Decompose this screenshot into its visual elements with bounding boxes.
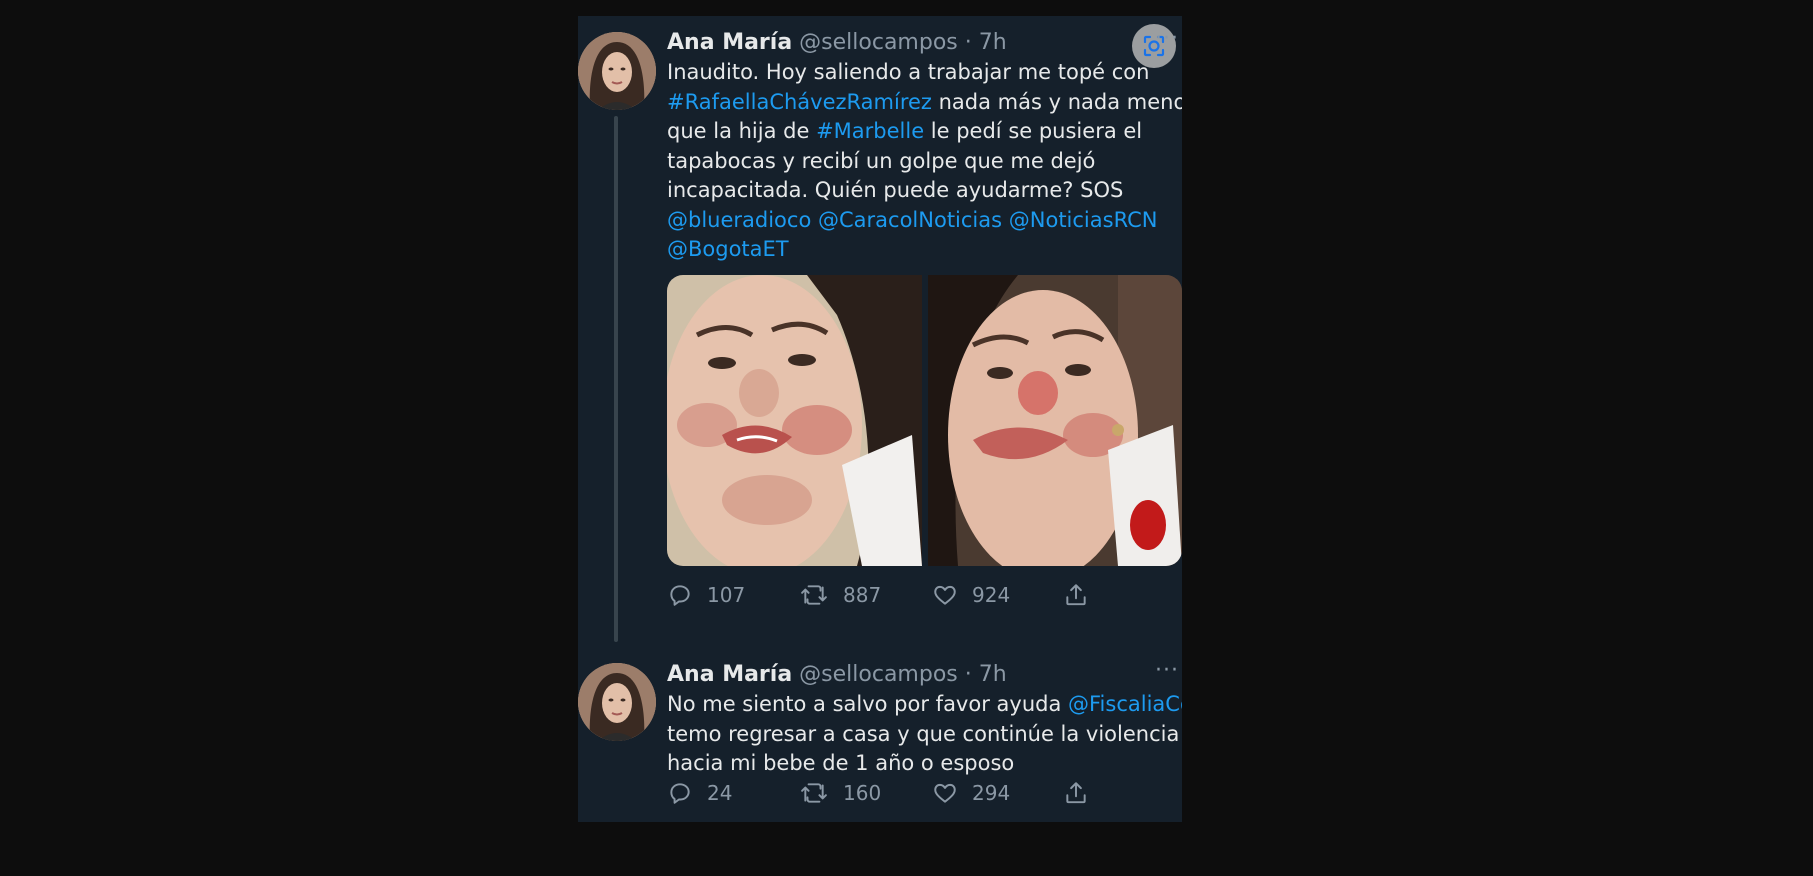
mention-link[interactable]: @FiscaliaCol — [1068, 692, 1182, 716]
text-segment — [1002, 208, 1009, 232]
author-handle[interactable]: @sellocampos — [799, 30, 958, 55]
hashtag-link[interactable]: #RafaellaChávezRamírez — [667, 90, 932, 114]
photo-2[interactable] — [927, 275, 1183, 566]
tweet-text: Inaudito. Hoy saliendo a trabajar me top… — [667, 58, 1182, 265]
tweet-2[interactable]: Ana María @sellocampos · 7h ··· No me si… — [578, 634, 1182, 822]
tweet-text-line: #RafaellaChávezRamírez nada más y nada m… — [667, 88, 1182, 118]
heart-icon — [934, 783, 956, 803]
author-handle[interactable]: @sellocampos — [799, 662, 958, 687]
reply-count: 24 — [707, 781, 733, 805]
tweet-actions: 107 887 924 — [667, 580, 1167, 610]
retweet-button[interactable]: 160 — [799, 778, 881, 808]
mention-link[interactable]: @blueradioco — [667, 208, 811, 232]
tweet-text-line: incapacitada. Quién puede ayudarme? SOS — [667, 176, 1175, 206]
separator-dot: · — [964, 30, 972, 55]
mention-link[interactable]: @BogotaET — [667, 237, 789, 261]
retweet-icon — [801, 585, 827, 605]
hashtag-link[interactable]: #Marbelle — [816, 119, 924, 143]
tweet-time[interactable]: 7h — [979, 30, 1007, 55]
photo-1[interactable] — [667, 275, 922, 566]
tweet-thread: Ana María @sellocampos · 7h ··· Inaudito… — [578, 16, 1182, 822]
separator-dot: · — [964, 662, 972, 687]
tweet-text-line: No me siento a salvo por favor ayuda @Fi… — [667, 690, 1182, 720]
retweet-count: 160 — [843, 781, 882, 805]
thread-connector-line — [614, 116, 618, 642]
text-segment — [811, 208, 818, 232]
share-button[interactable] — [1063, 778, 1089, 808]
tweet-media[interactable] — [667, 275, 1182, 566]
share-icon — [1066, 584, 1086, 606]
reply-bubble-icon — [670, 585, 690, 606]
text-segment: nada más y nada menos — [931, 89, 1182, 114]
author-name[interactable]: Ana María — [667, 30, 792, 55]
share-button[interactable] — [1063, 580, 1089, 610]
tweet-text-line: hacia mi bebe de 1 año o esposo — [667, 749, 1175, 779]
text-segment: le pedí se pusiera el — [924, 119, 1143, 143]
like-count: 294 — [972, 781, 1011, 805]
reply-button[interactable]: 107 — [667, 580, 745, 610]
tweet-time[interactable]: 7h — [979, 662, 1007, 687]
tweet-text-line: Inaudito. Hoy saliendo a trabajar me top… — [667, 58, 1175, 88]
retweet-icon — [801, 783, 827, 803]
tweet-text-line: que la hija de #Marbelle le pedí se pusi… — [667, 117, 1175, 147]
tweet-header: Ana María @sellocampos · 7h — [667, 28, 1007, 58]
mention-link[interactable]: @NoticiasRCN — [1009, 208, 1158, 232]
text-segment: tapabocas y recibí un golpe que me dejó — [667, 148, 1096, 173]
like-count: 924 — [972, 583, 1011, 607]
author-name[interactable]: Ana María — [667, 662, 792, 687]
avatar[interactable] — [578, 32, 656, 110]
heart-icon — [934, 585, 956, 605]
more-horizontal-icon[interactable]: ··· — [1154, 660, 1180, 690]
tweet-actions: 24 160 294 — [667, 778, 1167, 808]
tweet-text-line: tapabocas y recibí un golpe que me dejó — [667, 147, 1175, 177]
tweet-text-line: @blueradioco @CaracolNoticias @NoticiasR… — [667, 206, 1175, 236]
tweet-1[interactable]: Ana María @sellocampos · 7h ··· Inaudito… — [578, 16, 1182, 642]
tweet-header: Ana María @sellocampos · 7h — [667, 660, 1007, 690]
text-segment: incapacitada. Quién puede ayudarme? SOS — [667, 178, 1124, 202]
tweet-text-line: temo regresar a casa y que continúe la v… — [667, 720, 1179, 750]
text-segment: Inaudito. Hoy saliendo a trabajar me top… — [667, 60, 1150, 84]
more-horizontal-icon[interactable]: ··· — [1154, 28, 1180, 58]
share-icon — [1066, 782, 1086, 804]
reply-bubble-icon — [670, 783, 690, 804]
text-segment: que la hija de — [667, 119, 817, 143]
tweet-text: No me siento a salvo por favor ayuda @Fi… — [667, 690, 1182, 779]
text-segment: hacia mi bebe de 1 año o esposo — [667, 751, 1015, 775]
text-segment: No me siento a salvo por favor ayuda — [667, 692, 1068, 716]
avatar[interactable] — [578, 663, 656, 741]
like-button[interactable]: 924 — [932, 580, 1010, 610]
retweet-button[interactable]: 887 — [799, 580, 881, 610]
reply-count: 107 — [707, 583, 746, 607]
tweet-text-line: @BogotaET — [667, 235, 1175, 265]
reply-button[interactable]: 24 — [667, 778, 732, 808]
text-segment: temo regresar a casa y que continúe la v… — [667, 721, 1180, 746]
mention-link[interactable]: @CaracolNoticias — [818, 208, 1002, 232]
like-button[interactable]: 294 — [932, 778, 1010, 808]
retweet-count: 887 — [843, 583, 882, 607]
